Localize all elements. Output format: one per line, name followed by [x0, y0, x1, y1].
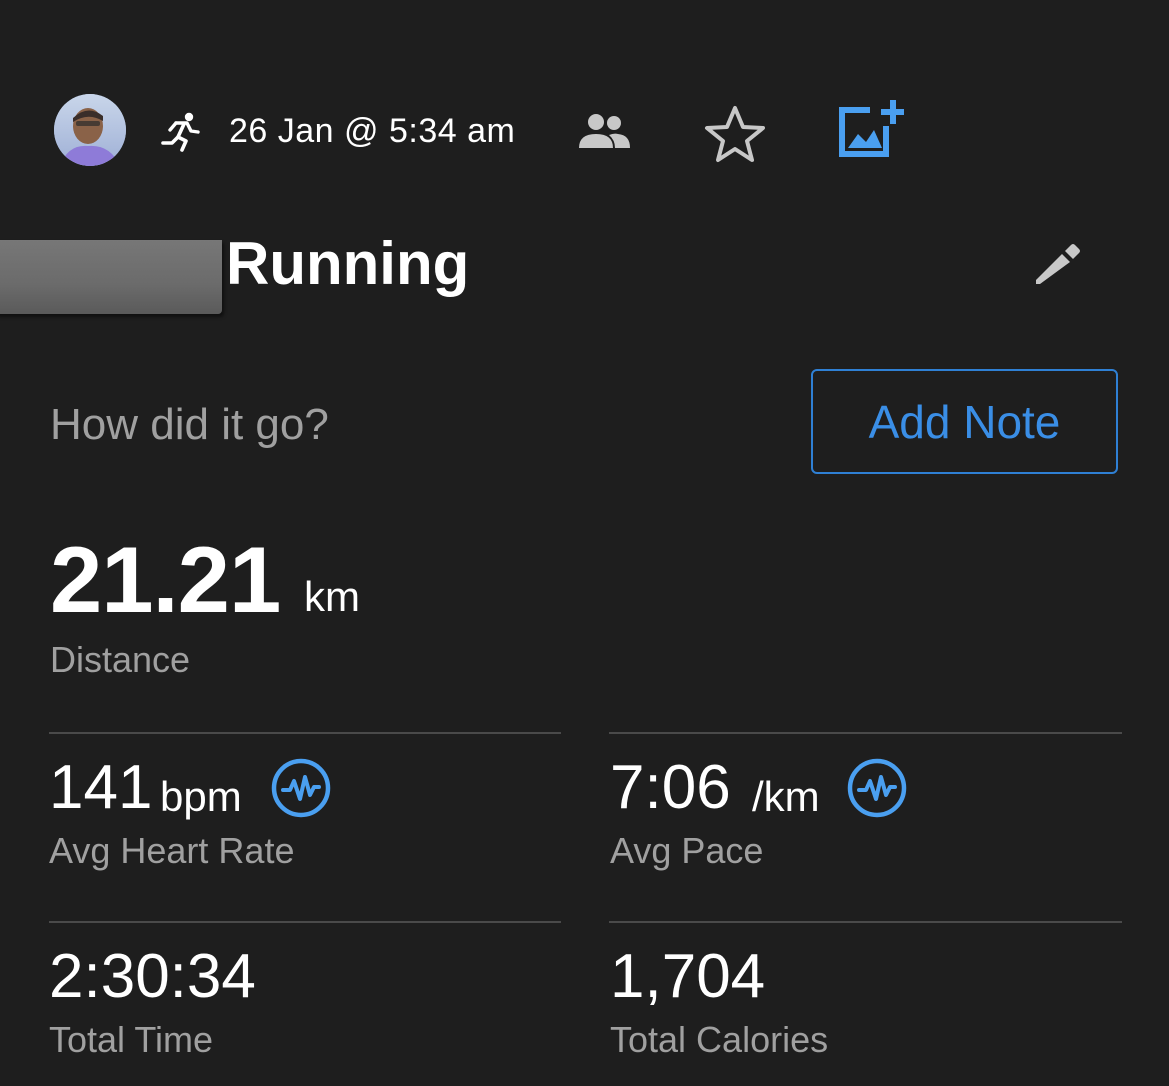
divider [49, 921, 561, 923]
heart-rate-wave-icon[interactable] [270, 757, 332, 819]
divider [609, 921, 1122, 923]
divider [49, 732, 561, 734]
running-icon [161, 112, 200, 152]
heart-rate-label: Avg Heart Rate [49, 830, 295, 871]
heart-rate-unit: bpm [160, 773, 242, 820]
add-photo-icon[interactable] [836, 98, 904, 160]
total-time-value: 2:30:34 [49, 942, 256, 1011]
add-note-button[interactable]: Add Note [811, 369, 1118, 474]
pace-value: 7:06 [610, 753, 731, 822]
avatar[interactable] [54, 94, 126, 166]
pace-label: Avg Pace [610, 830, 764, 871]
total-calories-label: Total Calories [610, 1019, 829, 1060]
distance-label: Distance [50, 639, 191, 680]
redacted-title-prefix [0, 240, 222, 314]
pace-unit: /km [752, 773, 820, 820]
total-time-label: Total Time [49, 1019, 214, 1060]
people-icon[interactable] [576, 110, 632, 154]
star-icon[interactable] [703, 104, 767, 164]
distance-unit: km [304, 573, 360, 620]
pencil-icon[interactable] [1032, 240, 1080, 286]
avatar-image [54, 94, 126, 166]
divider [609, 732, 1122, 734]
note-prompt: How did it go? [50, 400, 329, 449]
distance-value: 21.21 [50, 527, 281, 632]
activity-date-time: 26 Jan @ 5:34 am [229, 112, 516, 150]
heart-rate-wave-icon[interactable] [846, 757, 908, 819]
heart-rate-value: 141 [49, 753, 153, 822]
total-calories-value: 1,704 [610, 942, 766, 1011]
activity-title: Running [226, 230, 470, 297]
